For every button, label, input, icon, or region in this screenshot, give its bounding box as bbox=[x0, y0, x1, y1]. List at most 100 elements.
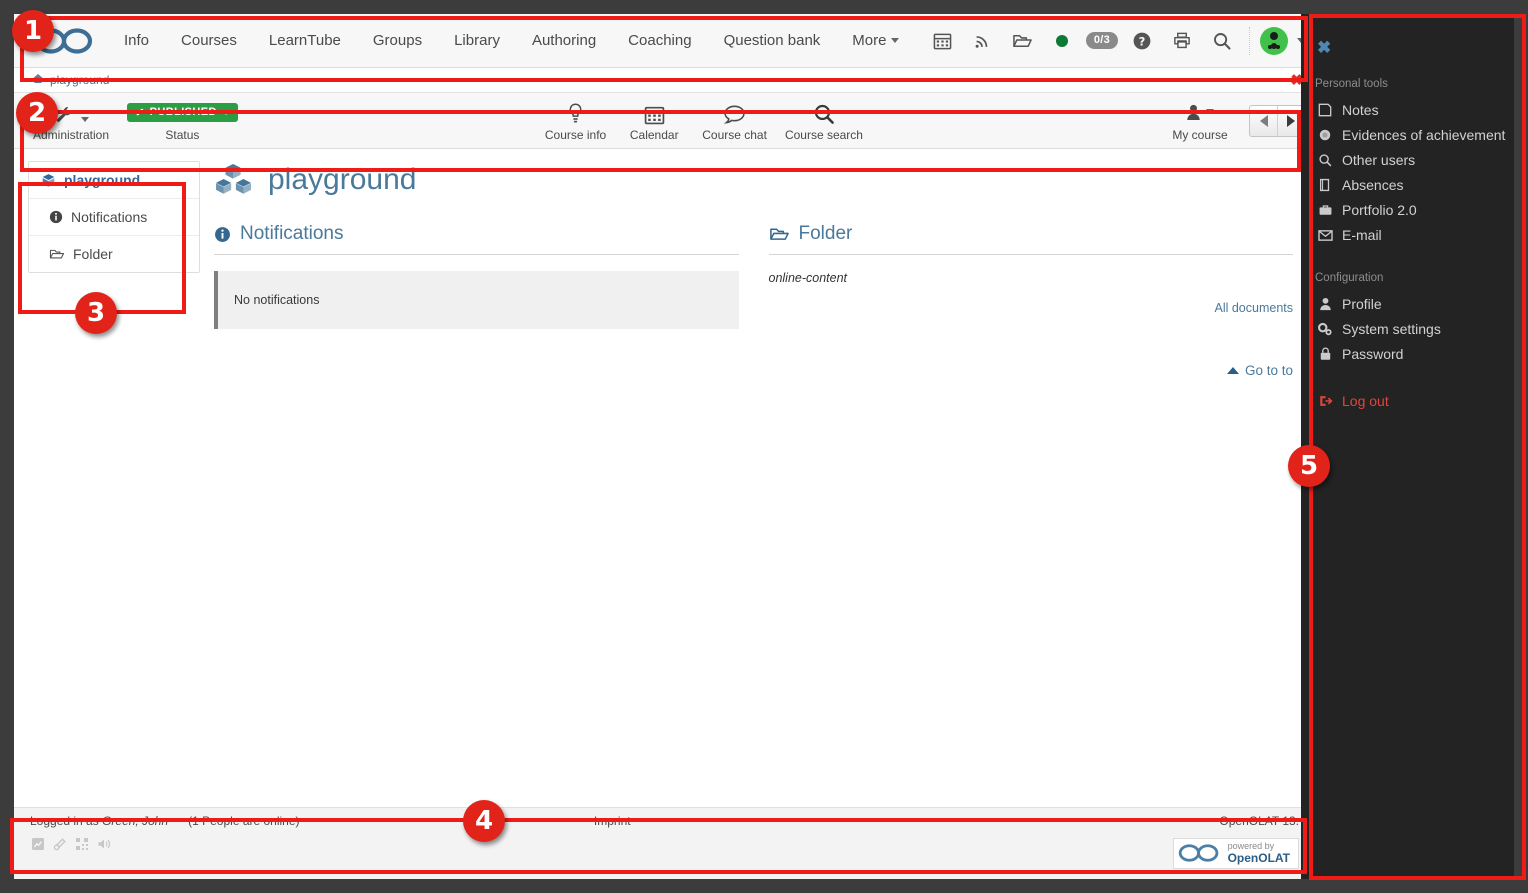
folder-open-icon[interactable] bbox=[1003, 19, 1041, 63]
sidebar-item-label: Portfolio 2.0 bbox=[1342, 202, 1417, 218]
footer-version: OpenOLAT 13. bbox=[1219, 814, 1299, 828]
user-menu[interactable] bbox=[1249, 27, 1305, 55]
check-icon: ✔ bbox=[135, 106, 145, 119]
footer-user-name: Green, John bbox=[102, 814, 168, 828]
sidebar-item-notes[interactable]: Notes bbox=[1315, 98, 1514, 123]
nav-item-courses[interactable]: Courses bbox=[165, 14, 253, 68]
my-course-button[interactable]: My course bbox=[1161, 93, 1239, 148]
calendar-button[interactable]: Calendar bbox=[615, 93, 693, 148]
imprint-link[interactable]: Imprint bbox=[594, 814, 631, 828]
page-body: playground Notifications Folder bbox=[14, 149, 1315, 818]
sidebar-item-absences[interactable]: Absences bbox=[1315, 173, 1514, 198]
qr-code-icon[interactable] bbox=[74, 836, 89, 851]
page-title: playground bbox=[214, 163, 1293, 197]
published-badge: ✔ PUBLISHED bbox=[127, 103, 238, 122]
screenshot-root: Info Courses LearnTube Groups Library Au… bbox=[0, 0, 1528, 893]
previous-button[interactable] bbox=[1250, 106, 1277, 136]
course-search-button[interactable]: Course search bbox=[776, 93, 872, 148]
annotation-badge-1: 1 bbox=[12, 10, 54, 52]
folder-item[interactable]: online-content bbox=[769, 271, 1294, 285]
pager bbox=[1249, 105, 1305, 137]
nav-item-question-bank[interactable]: Question bank bbox=[708, 14, 837, 68]
person-icon bbox=[1186, 99, 1214, 125]
course-menu-label: Notifications bbox=[71, 209, 147, 225]
avatar bbox=[1260, 27, 1288, 55]
nav-item-learntube[interactable]: LearnTube bbox=[253, 14, 357, 68]
rss-icon[interactable] bbox=[963, 19, 1001, 63]
annotation-badge-5: 5 bbox=[1288, 445, 1330, 487]
calendar-icon[interactable] bbox=[923, 19, 961, 63]
course-menu: playground Notifications Folder bbox=[14, 149, 200, 818]
sidebar-item-logout[interactable]: Log out bbox=[1315, 389, 1514, 414]
link-icon[interactable] bbox=[52, 836, 67, 851]
home-icon[interactable] bbox=[32, 73, 44, 87]
status-dot-icon[interactable] bbox=[1043, 19, 1081, 63]
sidebar-item-evidences-of-achievement[interactable]: Evidences of achievement bbox=[1315, 123, 1514, 148]
sidebar-item-label: Evidences of achievement bbox=[1342, 127, 1505, 143]
chevron-down-icon bbox=[81, 117, 89, 122]
chevron-down-icon bbox=[222, 110, 230, 115]
course-menu-item-folder[interactable]: Folder bbox=[29, 235, 199, 272]
powered-by-openolat[interactable]: powered by OpenOLAT bbox=[1173, 838, 1299, 869]
lock-icon bbox=[1317, 347, 1333, 361]
my-course-label: My course bbox=[1172, 128, 1227, 142]
lightbulb-icon bbox=[567, 99, 584, 125]
search-icon bbox=[813, 99, 835, 125]
course-node-icon bbox=[41, 173, 56, 188]
course-menu-item-playground[interactable]: playground bbox=[29, 162, 199, 198]
nav-item-more-label: More bbox=[852, 32, 886, 49]
sidebar-item-portfolio[interactable]: Portfolio 2.0 bbox=[1315, 198, 1514, 223]
main-nav: Info Courses LearnTube Groups Library Au… bbox=[108, 14, 915, 68]
footer-login-text: Logged in as Green, John bbox=[30, 814, 168, 828]
sidebar-item-profile[interactable]: Profile bbox=[1315, 292, 1514, 317]
powered-by-big: OpenOLAT bbox=[1228, 852, 1290, 865]
nav-item-library[interactable]: Library bbox=[438, 14, 516, 68]
help-icon[interactable]: ? bbox=[1123, 19, 1161, 63]
breadcrumb-item-playground[interactable]: playground bbox=[50, 73, 109, 87]
annotation-badge-3: 3 bbox=[75, 292, 117, 334]
print-icon[interactable] bbox=[1163, 19, 1201, 63]
sidebar-item-label: Log out bbox=[1342, 393, 1389, 409]
all-documents-link[interactable]: All documents bbox=[769, 301, 1294, 315]
course-menu-box: playground Notifications Folder bbox=[28, 161, 200, 273]
book-icon bbox=[1317, 178, 1333, 192]
nav-item-more[interactable]: More bbox=[836, 14, 915, 68]
footer-login-info: Logged in as Green, John (1 People are o… bbox=[30, 814, 300, 828]
sidebar-item-system-settings[interactable]: System settings bbox=[1315, 317, 1514, 342]
sidebar-item-other-users[interactable]: Other users bbox=[1315, 148, 1514, 173]
status-value: PUBLISHED bbox=[150, 106, 217, 118]
briefcase-icon bbox=[1317, 203, 1333, 217]
next-button[interactable] bbox=[1277, 106, 1304, 136]
nav-item-coaching[interactable]: Coaching bbox=[612, 14, 707, 68]
course-info-button[interactable]: Course info bbox=[536, 93, 615, 148]
info-icon bbox=[49, 210, 63, 224]
chevron-up-icon bbox=[1227, 367, 1239, 374]
sidebar-item-email[interactable]: E-mail bbox=[1315, 223, 1514, 248]
nav-item-info[interactable]: Info bbox=[108, 14, 165, 68]
chevron-down-icon bbox=[1206, 109, 1214, 114]
sidebar-item-label: System settings bbox=[1342, 321, 1441, 337]
gears-icon bbox=[1317, 322, 1333, 336]
course-chat-button[interactable]: Course chat bbox=[693, 93, 776, 148]
sidebar-item-label: Profile bbox=[1342, 296, 1382, 312]
status-button[interactable]: ✔ PUBLISHED Status bbox=[118, 93, 247, 148]
notifications-heading: Notifications bbox=[214, 223, 739, 255]
close-icon[interactable]: ✖ bbox=[1315, 14, 1331, 76]
arrow-left-icon bbox=[1260, 115, 1268, 127]
course-menu-item-notifications[interactable]: Notifications bbox=[29, 198, 199, 235]
sidebar-item-password[interactable]: Password bbox=[1315, 342, 1514, 367]
go-to-top-link[interactable]: Go to to bbox=[769, 363, 1294, 378]
sound-icon[interactable] bbox=[96, 836, 111, 851]
footer-icon-bar bbox=[14, 828, 1315, 851]
arrow-right-icon bbox=[1287, 115, 1295, 127]
logout-icon bbox=[1317, 394, 1333, 408]
nav-item-authoring[interactable]: Authoring bbox=[516, 14, 612, 68]
task-counter-badge[interactable]: 0/3 bbox=[1083, 19, 1121, 63]
nav-item-groups[interactable]: Groups bbox=[357, 14, 438, 68]
openolat-logo-icon bbox=[1178, 842, 1220, 864]
accessibility-icon[interactable] bbox=[30, 836, 45, 851]
personal-tools-sidebar: ✖ Personal tools Notes Evidences of achi… bbox=[1301, 14, 1514, 879]
sidebar-divider-2 bbox=[1315, 367, 1514, 389]
search-icon[interactable] bbox=[1203, 19, 1241, 63]
search-icon bbox=[1317, 153, 1333, 167]
